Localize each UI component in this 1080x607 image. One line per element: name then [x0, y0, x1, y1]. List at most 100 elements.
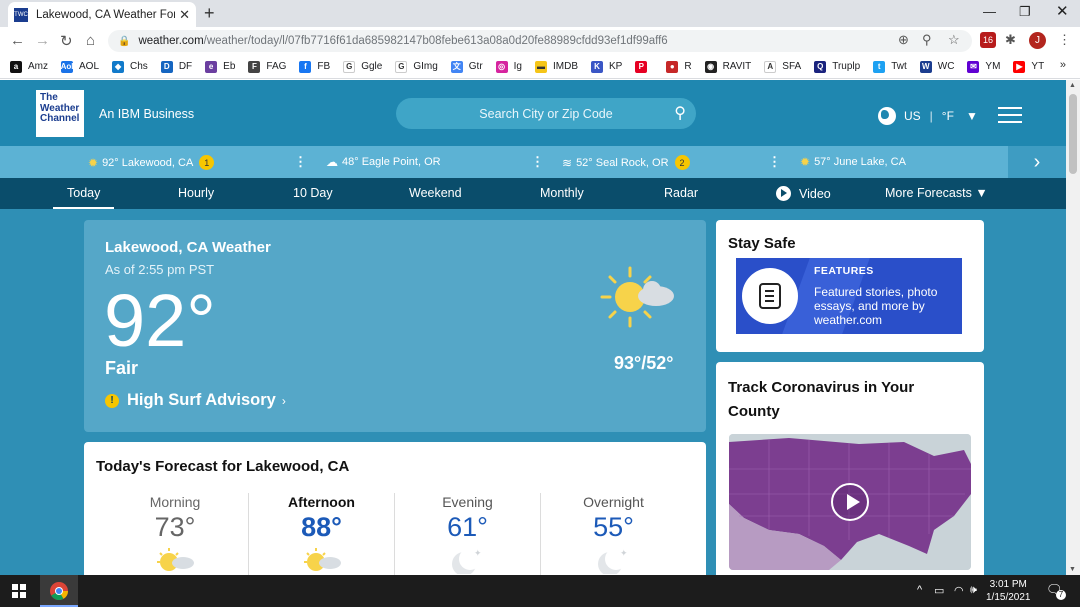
bookmark-item[interactable]: G Ggle	[343, 60, 382, 73]
bookmark-item[interactable]: e Eb	[205, 60, 236, 73]
page-scrollbar[interactable]: ▲ ▼	[1066, 80, 1080, 575]
twc-logo[interactable]: The Weather Channel	[36, 90, 84, 137]
hamburger-menu-icon[interactable]	[998, 107, 1022, 128]
wifi-icon[interactable]: ◠	[954, 584, 964, 597]
recent-temp: 52°	[576, 156, 593, 169]
tab-hourly[interactable]: Hourly	[178, 186, 214, 200]
restore-icon[interactable]: ❐	[1019, 4, 1031, 20]
bookmark-item[interactable]: W WC	[919, 60, 954, 73]
system-clock[interactable]: 3:01 PM 1/15/2021	[986, 578, 1031, 604]
tab-10-day[interactable]: 10 Day	[293, 186, 333, 200]
play-button-icon[interactable]	[831, 483, 869, 521]
tab-more-forecasts[interactable]: More Forecasts ▼	[885, 186, 988, 200]
tab-radar[interactable]: Radar	[664, 186, 698, 200]
recent-location[interactable]: ✹ 57° June Lake, CA	[800, 155, 906, 169]
locale-selector[interactable]: US | °F ▼	[878, 107, 978, 125]
battery-icon[interactable]: ▭	[934, 584, 944, 597]
zoom-icon[interactable]: ⚲	[922, 32, 932, 48]
bookmark-item[interactable]: Q Truplp	[814, 60, 860, 73]
tab-weekend[interactable]: Weekend	[409, 186, 462, 200]
ebay-icon: e	[205, 60, 218, 73]
tab-today[interactable]: Today	[52, 186, 115, 209]
browser-tab[interactable]: TWC Lakewood, CA Weather Forecast ✕	[8, 2, 196, 27]
search-icon[interactable]: ⚲	[674, 103, 686, 123]
bookmark-item[interactable]: ◆ Chs	[112, 60, 148, 73]
extension-icon[interactable]: 16	[980, 32, 996, 48]
more-bookmarks-icon[interactable]: »	[1060, 59, 1066, 71]
minimize-icon[interactable]: —	[983, 4, 996, 19]
coronavirus-title: Track Coronavirus in Your County	[728, 379, 915, 420]
bookmark-item[interactable]: 文 Gtr	[450, 60, 483, 73]
bookmark-item[interactable]: f FB	[299, 60, 330, 73]
recent-location[interactable]: ≋ 52° Seal Rock, OR 2	[562, 155, 690, 170]
chevron-right-icon: ›	[281, 393, 286, 408]
forward-icon[interactable]: →	[35, 32, 50, 49]
period-label: Afternoon	[288, 494, 355, 510]
google-images-icon: G	[395, 60, 408, 73]
us-map-video[interactable]	[729, 434, 971, 570]
chrome-taskbar-button[interactable]	[40, 575, 78, 607]
bookmark-item[interactable]: ◉ RAVIT	[704, 60, 752, 73]
bookmark-label: RAVIT	[722, 61, 752, 72]
bookmark-item[interactable]: t Twt	[873, 60, 907, 73]
bookmark-item[interactable]: ◎ Ig	[495, 60, 522, 73]
bookmark-item[interactable]: K KP	[591, 60, 623, 73]
new-tab-button[interactable]: +	[204, 3, 215, 24]
tab-video[interactable]: Video	[776, 186, 831, 201]
bookmark-item[interactable]: ● R	[666, 60, 692, 73]
scroll-down-icon[interactable]: ▼	[1069, 566, 1076, 573]
forecast-period-afternoon[interactable]: Afternoon 88°	[248, 493, 394, 575]
bookmark-item[interactable]: ▶ YT	[1013, 60, 1044, 73]
more-options-icon[interactable]: ⋮	[531, 154, 544, 170]
bookmark-item[interactable]: P	[635, 60, 653, 73]
tab-title: Lakewood, CA Weather Forecast	[36, 8, 175, 21]
period-temp: 88°	[301, 512, 342, 542]
recent-location[interactable]: ☁ 48° Eagle Point, OR	[326, 155, 441, 169]
scrollbar-thumb[interactable]	[1069, 94, 1077, 174]
sun-icon: ✹	[88, 155, 99, 170]
bookmark-item[interactable]: ▬ IMDB	[535, 60, 578, 73]
clock-time: 3:01 PM	[989, 579, 1027, 590]
bookmark-item[interactable]: F FAG	[248, 60, 286, 73]
bookmark-item[interactable]: a Amz	[10, 60, 48, 73]
chrome-menu-icon[interactable]: ⋮	[1058, 32, 1071, 48]
extensions-puzzle-icon[interactable]: ✱	[1005, 32, 1016, 48]
reload-icon[interactable]: ↻	[60, 32, 73, 50]
windows-start-icon[interactable]	[12, 584, 26, 598]
home-icon[interactable]: ⌂	[86, 32, 95, 49]
weather-alert-link[interactable]: ! High Surf Advisory ›	[105, 391, 286, 410]
bookmark-item[interactable]: Aol AOL	[61, 60, 99, 73]
bookmark-item[interactable]: G GImg	[395, 60, 438, 73]
features-label: FEATURES	[814, 265, 874, 277]
logo-line: Channel	[40, 113, 80, 124]
bookmark-label: KP	[609, 61, 623, 72]
tab-monthly[interactable]: Monthly	[540, 186, 584, 200]
bookmark-item[interactable]: ✉ YM	[967, 60, 1000, 73]
recent-location[interactable]: ✹ 92° Lakewood, CA 1	[88, 155, 215, 170]
install-icon[interactable]: ⊕	[898, 32, 909, 48]
close-window-icon[interactable]: ✕	[1056, 2, 1069, 20]
address-bar[interactable]: 🔒 weather.com/weather/today/l/07fb7716f6…	[108, 30, 972, 52]
bookmark-item[interactable]: D DF	[160, 60, 192, 73]
scroll-up-icon[interactable]: ▲	[1069, 82, 1076, 89]
bookmark-star-icon[interactable]: ☆	[948, 32, 960, 48]
stay-safe-card: Stay Safe FEATURES Featured stories, pho…	[716, 220, 984, 352]
profile-avatar[interactable]: J	[1029, 32, 1046, 49]
close-tab-icon[interactable]: ✕	[179, 7, 190, 23]
show-hidden-icons-icon[interactable]: ^	[917, 584, 922, 596]
features-banner[interactable]: FEATURES Featured stories, photo essays,…	[736, 258, 962, 334]
period-label: Morning	[149, 494, 201, 510]
recent-name: Eagle Point, OR	[361, 156, 441, 168]
chevron-right-icon[interactable]: ›	[1008, 146, 1066, 178]
back-icon[interactable]: ←	[10, 32, 25, 49]
forecast-period-overnight[interactable]: Overnight 55° ✦	[540, 493, 686, 575]
more-options-icon[interactable]: ⋮	[294, 154, 307, 170]
location-search-input[interactable]: Search City or Zip Code ⚲	[396, 98, 696, 129]
volume-icon[interactable]: 🕪	[970, 584, 977, 597]
bookmark-item[interactable]: A SFA	[764, 60, 801, 73]
chrome-icon	[50, 582, 68, 600]
forecast-period-evening[interactable]: Evening 61° ✦	[394, 493, 540, 575]
forecast-period-morning[interactable]: Morning 73°	[102, 493, 248, 575]
bookmark-label: Eb	[223, 61, 236, 72]
more-options-icon[interactable]: ⋮	[768, 154, 781, 170]
